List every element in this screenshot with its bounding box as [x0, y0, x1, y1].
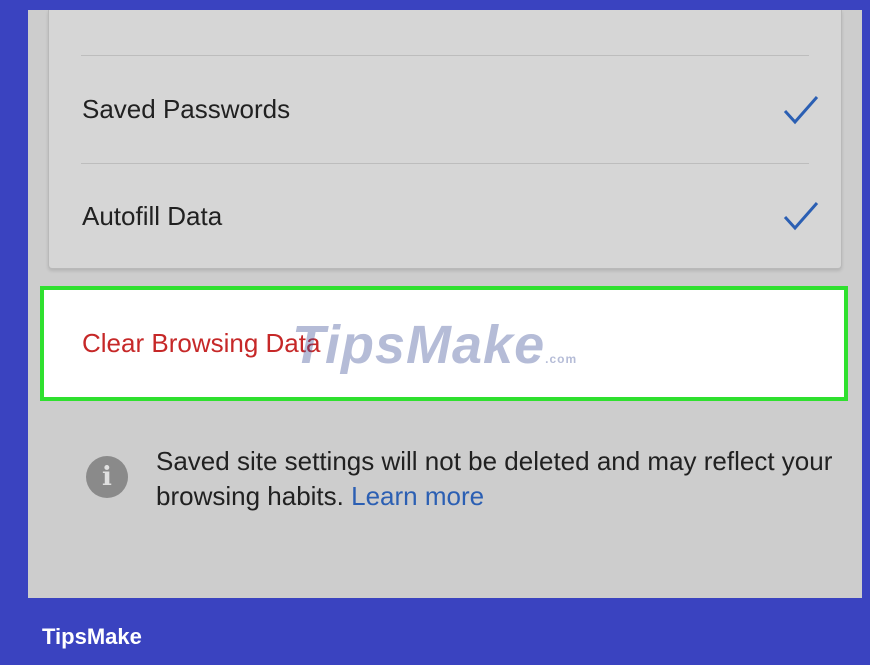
- settings-screen: Saved Passwords Autofill Data Clear Brow…: [28, 10, 862, 598]
- saved-passwords-checkmark-icon[interactable]: [781, 92, 821, 128]
- learn-more-link[interactable]: Learn more: [351, 481, 484, 511]
- clear-browsing-data-button[interactable]: Clear Browsing Data TipsMake.com: [40, 286, 848, 401]
- watermark: TipsMake.com: [292, 315, 578, 375]
- saved-passwords-label: Saved Passwords: [82, 94, 291, 124]
- top-border: [0, 0, 870, 10]
- divider: [81, 163, 809, 164]
- data-types-card: Saved Passwords Autofill Data: [48, 10, 842, 269]
- info-text: Saved site settings will not be deleted …: [156, 446, 833, 511]
- info-icon: i: [86, 456, 128, 498]
- clear-browsing-data-label: Clear Browsing Data: [82, 328, 321, 358]
- autofill-data-label: Autofill Data: [82, 201, 223, 231]
- brand-logo: TipsMake: [42, 624, 142, 649]
- divider: [81, 55, 809, 56]
- info-message: Saved site settings will not be deleted …: [156, 444, 836, 514]
- autofill-data-checkmark-icon[interactable]: [781, 198, 821, 234]
